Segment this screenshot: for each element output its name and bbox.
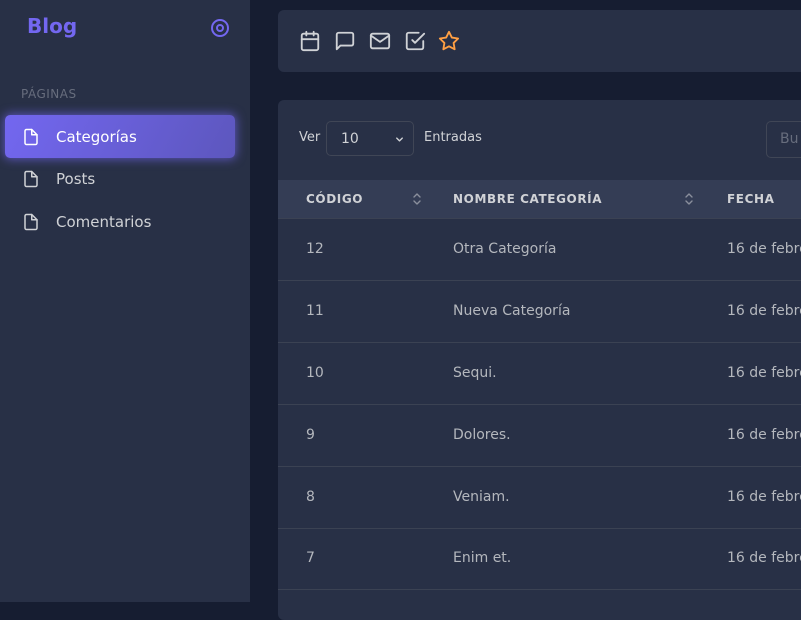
cell-code: 9 bbox=[306, 427, 315, 443]
cell-date: 16 de febre bbox=[727, 489, 801, 505]
cell-name: Sequi. bbox=[453, 365, 497, 381]
file-icon bbox=[22, 170, 40, 188]
sidebar-toggle-icon[interactable] bbox=[209, 17, 231, 39]
table-row: 10 Sequi. 16 de febre bbox=[278, 343, 801, 405]
sidebar: Blog PÁGINAS Categorías Posts Comentario… bbox=[0, 0, 250, 602]
page-size-value: 10 bbox=[341, 130, 359, 147]
sidebar-item-categorias[interactable]: Categorías bbox=[5, 115, 235, 158]
cell-code: 12 bbox=[306, 241, 324, 257]
top-navbar bbox=[278, 10, 801, 72]
cell-name: Dolores. bbox=[453, 427, 511, 443]
cell-code: 7 bbox=[306, 550, 315, 566]
file-icon bbox=[22, 128, 40, 146]
cell-name: Enim et. bbox=[453, 550, 512, 566]
cell-date: 16 de febre bbox=[727, 241, 801, 257]
sidebar-item-comentarios[interactable]: Comentarios bbox=[5, 200, 235, 243]
cell-code: 8 bbox=[306, 489, 315, 505]
chevron-down-icon bbox=[394, 134, 405, 145]
categories-table-card: Ver 10 Entradas Bu CÓDIGO NOMBRE CATEGOR… bbox=[278, 100, 801, 620]
cell-date: 16 de febre bbox=[727, 427, 801, 443]
star-icon[interactable] bbox=[438, 30, 460, 52]
cell-name: Veniam. bbox=[453, 489, 510, 505]
cell-name: Nueva Categoría bbox=[453, 303, 571, 319]
cell-name: Otra Categoría bbox=[453, 241, 557, 257]
table-row: 9 Dolores. 16 de febre bbox=[278, 405, 801, 467]
brand-logo[interactable]: Blog bbox=[27, 14, 77, 38]
cell-date: 16 de febre bbox=[727, 365, 801, 381]
table-row: 12 Otra Categoría 16 de febre bbox=[278, 219, 801, 281]
column-header-nombre[interactable]: NOMBRE CATEGORÍA bbox=[453, 192, 602, 206]
cell-date: 16 de febre bbox=[727, 550, 801, 566]
table-row: 7 Enim et. 16 de febre bbox=[278, 528, 801, 590]
sidebar-item-label: Comentarios bbox=[56, 212, 152, 231]
search-input[interactable]: Bu bbox=[766, 121, 801, 158]
cell-code: 10 bbox=[306, 365, 324, 381]
file-icon bbox=[22, 213, 40, 231]
table-row: 8 Veniam. 16 de febre bbox=[278, 467, 801, 529]
sidebar-item-posts[interactable]: Posts bbox=[5, 157, 235, 200]
column-header-codigo[interactable]: CÓDIGO bbox=[306, 192, 363, 206]
mail-icon[interactable] bbox=[369, 30, 391, 52]
sidebar-item-label: Categorías bbox=[56, 127, 137, 146]
page-size-select[interactable]: 10 bbox=[326, 121, 414, 156]
sidebar-item-label: Posts bbox=[56, 169, 96, 188]
show-label: Ver bbox=[299, 130, 321, 145]
cell-date: 16 de febre bbox=[727, 303, 801, 319]
calendar-icon[interactable] bbox=[299, 30, 321, 52]
sort-icon[interactable] bbox=[412, 192, 422, 206]
cell-code: 11 bbox=[306, 303, 324, 319]
sort-icon[interactable] bbox=[684, 192, 694, 206]
column-header-fecha[interactable]: FECHA bbox=[727, 192, 775, 206]
entries-label: Entradas bbox=[424, 130, 482, 145]
table-header: CÓDIGO NOMBRE CATEGORÍA FECHA bbox=[278, 180, 801, 219]
message-square-icon[interactable] bbox=[334, 30, 356, 52]
section-header-paginas: PÁGINAS bbox=[21, 87, 77, 101]
check-square-icon[interactable] bbox=[404, 30, 426, 52]
table-row: 11 Nueva Categoría 16 de febre bbox=[278, 281, 801, 343]
